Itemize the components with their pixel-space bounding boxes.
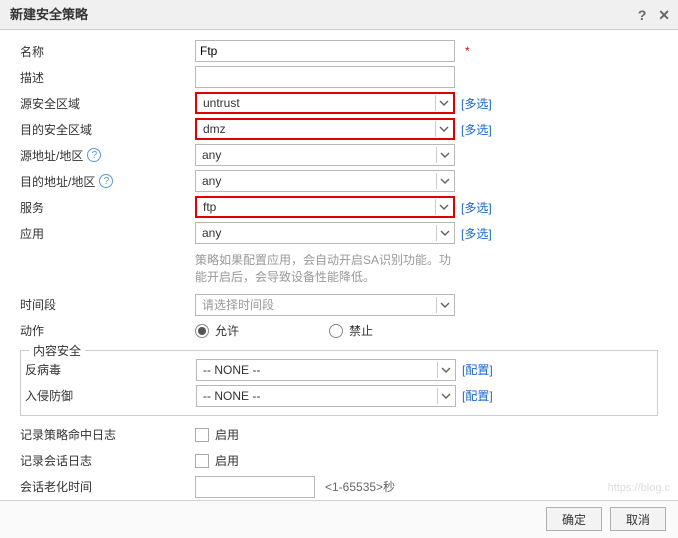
label-service: 服务: [20, 199, 195, 216]
multi-link-app[interactable]: [多选]: [461, 225, 492, 242]
radio-icon: [195, 324, 209, 338]
chevron-down-icon: [436, 147, 452, 163]
chevron-down-icon: [437, 388, 453, 404]
multi-link-service[interactable]: [多选]: [461, 199, 492, 216]
antivirus-dropdown[interactable]: -- NONE --: [196, 359, 456, 381]
chevron-down-icon: [436, 173, 452, 189]
config-link-ips[interactable]: [配置]: [462, 387, 493, 404]
cancel-button[interactable]: 取消: [610, 507, 666, 531]
dst-zone-dropdown[interactable]: dmz: [195, 118, 455, 140]
src-zone-dropdown[interactable]: untrust: [195, 92, 455, 114]
dialog-titlebar: 新建安全策略 ? ✕: [0, 0, 678, 30]
legend-content-security: 内容安全: [29, 342, 85, 359]
help-icon[interactable]: ?: [99, 174, 113, 188]
radio-deny[interactable]: 禁止: [329, 322, 373, 339]
name-input[interactable]: [195, 40, 455, 62]
ips-dropdown[interactable]: -- NONE --: [196, 385, 456, 407]
antivirus-value: -- NONE --: [203, 363, 260, 377]
dialog-title: 新建安全策略: [10, 7, 88, 22]
chevron-down-icon: [437, 362, 453, 378]
dialog-footer: 确定 取消: [0, 500, 678, 538]
chevron-down-icon: [435, 199, 451, 215]
help-icon[interactable]: ?: [87, 148, 101, 162]
time-dropdown[interactable]: 请选择时间段: [195, 294, 455, 316]
checkbox-label-enable: 启用: [215, 426, 239, 443]
label-dst-addr: 目的地址/地区: [20, 173, 95, 190]
src-addr-value: any: [202, 148, 221, 162]
config-link-antivirus[interactable]: [配置]: [462, 361, 493, 378]
time-placeholder: 请选择时间段: [202, 296, 274, 313]
radio-allow-label: 允许: [215, 322, 239, 339]
label-src-zone: 源安全区域: [20, 95, 195, 112]
chevron-down-icon: [435, 95, 451, 111]
close-icon[interactable]: ✕: [658, 7, 670, 23]
dst-addr-dropdown[interactable]: any: [195, 170, 455, 192]
session-aging-input[interactable]: [195, 476, 315, 498]
label-antivirus: 反病毒: [25, 361, 196, 378]
required-mark: *: [465, 44, 470, 58]
label-action: 动作: [20, 322, 195, 339]
chevron-down-icon: [435, 121, 451, 137]
label-log-session: 记录会话日志: [20, 452, 195, 469]
radio-icon: [329, 324, 343, 338]
label-ips: 入侵防御: [25, 387, 196, 404]
desc-input[interactable]: [195, 66, 455, 88]
checkbox-log-session[interactable]: 启用: [195, 452, 239, 469]
label-time: 时间段: [20, 296, 195, 313]
label-app: 应用: [20, 225, 195, 242]
label-session-aging: 会话老化时间: [20, 478, 195, 495]
checkbox-label-enable: 启用: [215, 452, 239, 469]
label-desc: 描述: [20, 69, 195, 86]
src-zone-value: untrust: [203, 96, 240, 110]
app-dropdown[interactable]: any: [195, 222, 455, 244]
radio-deny-label: 禁止: [349, 322, 373, 339]
service-dropdown[interactable]: ftp: [195, 196, 455, 218]
service-value: ftp: [203, 200, 216, 214]
label-dst-zone: 目的安全区域: [20, 121, 195, 138]
dst-zone-value: dmz: [203, 122, 226, 136]
multi-link-dst-zone[interactable]: [多选]: [461, 121, 492, 138]
dst-addr-value: any: [202, 174, 221, 188]
radio-allow[interactable]: 允许: [195, 322, 239, 339]
chevron-down-icon: [436, 297, 452, 313]
dialog-new-security-policy: 新建安全策略 ? ✕ 名称 * 描述 源安全区域 untrust: [0, 0, 678, 538]
src-addr-dropdown[interactable]: any: [195, 144, 455, 166]
session-aging-suffix: <1-65535>秒: [325, 478, 395, 495]
help-icon[interactable]: ?: [638, 7, 647, 23]
checkbox-log-hit[interactable]: 启用: [195, 426, 239, 443]
label-log-hit: 记录策略命中日志: [20, 426, 195, 443]
multi-link-src-zone[interactable]: [多选]: [461, 95, 492, 112]
content-security-fieldset: 内容安全 反病毒 -- NONE -- [配置] 入侵防御 -- NONE --: [20, 350, 658, 416]
label-src-addr: 源地址/地区: [20, 147, 83, 164]
app-hint-text: 策略如果配置应用，会自动开启SA识别功能。功能开启后，会导致设备性能降低。: [195, 248, 455, 290]
label-name: 名称: [20, 43, 195, 60]
checkbox-icon: [195, 454, 209, 468]
chevron-down-icon: [436, 225, 452, 241]
checkbox-icon: [195, 428, 209, 442]
app-value: any: [202, 226, 221, 240]
ips-value: -- NONE --: [203, 389, 260, 403]
ok-button[interactable]: 确定: [546, 507, 602, 531]
